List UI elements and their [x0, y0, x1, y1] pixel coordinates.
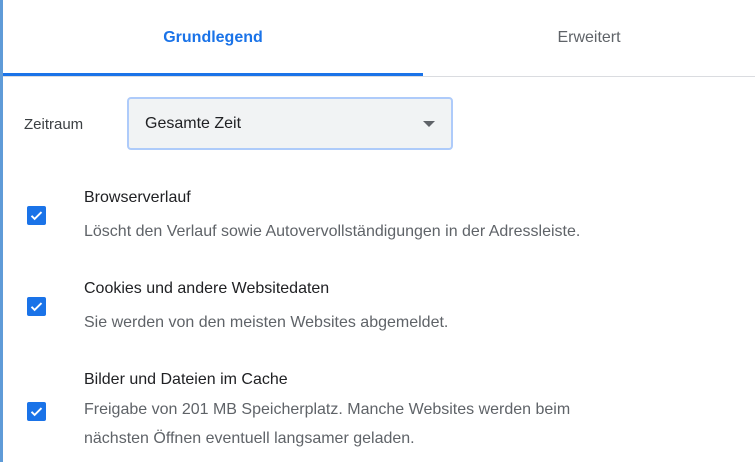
cookies-description: Sie werden von den meisten Websites abge… [84, 314, 449, 331]
browsing-history-title: Browserverlauf [84, 189, 191, 206]
cache-description: Freigabe von 201 MB Speicherplatz. Manch… [84, 401, 571, 418]
cache-checkbox[interactable] [27, 402, 46, 421]
tab-advanced[interactable]: Erweitert [423, 0, 755, 76]
cookies-title: Cookies und andere Websitedaten [84, 280, 330, 297]
cookies-checkbox[interactable] [27, 297, 46, 316]
time-range-value: Gesamte Zeit [145, 114, 242, 132]
time-range-label: Zeitraum [24, 116, 84, 133]
checkmark-icon [30, 302, 43, 312]
cache-title: Bilder und Dateien im Cache [84, 371, 288, 388]
tab-bar: Grundlegend Erweitert [3, 0, 755, 77]
browsing-history-description: Löscht den Verlauf sowie Autovervollstän… [84, 223, 581, 240]
time-range-select[interactable]: Gesamte Zeit [127, 97, 453, 150]
checkmark-icon [30, 407, 43, 417]
dropdown-caret-icon [423, 121, 435, 127]
tab-basic[interactable]: Grundlegend [3, 0, 423, 76]
cache-description-line2: nächsten Öffnen eventuell langsamer gela… [84, 430, 415, 447]
browsing-history-checkbox[interactable] [27, 206, 46, 225]
active-tab-indicator [3, 73, 423, 76]
checkmark-icon [30, 211, 43, 221]
